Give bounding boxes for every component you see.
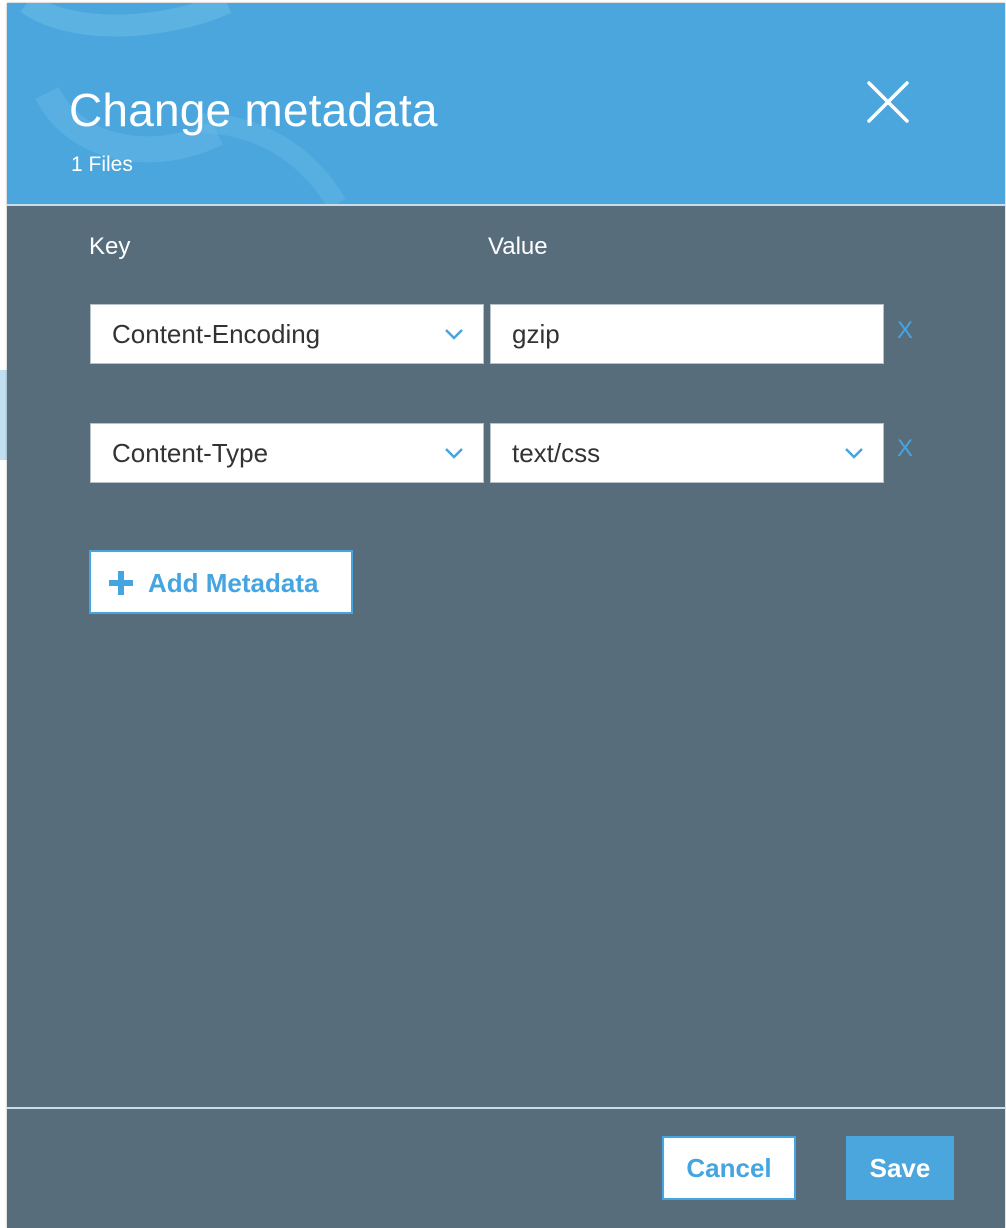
cancel-button[interactable]: Cancel — [662, 1136, 796, 1200]
close-icon — [867, 81, 909, 123]
metadata-value-text: text/css — [512, 438, 601, 468]
metadata-key-value: Content-Encoding — [112, 319, 321, 349]
chevron-down-icon — [445, 329, 463, 340]
dialog-subtitle: 1 Files — [71, 153, 133, 176]
metadata-key-select[interactable]: Content-Encoding — [90, 304, 484, 364]
remove-row-button[interactable]: X — [897, 317, 913, 345]
value-column-header: Value — [488, 233, 548, 260]
dialog-title: Change metadata — [69, 84, 438, 136]
footer-divider — [7, 1107, 1005, 1109]
remove-row-button[interactable]: X — [897, 435, 913, 463]
metadata-key-select[interactable]: Content-Type — [90, 423, 484, 483]
add-metadata-button[interactable]: Add Metadata — [89, 550, 353, 614]
dialog-header: Change metadata 1 Files — [7, 3, 1005, 206]
plus-icon — [109, 571, 133, 595]
metadata-value-select[interactable]: text/css — [490, 423, 884, 483]
chevron-down-icon — [845, 448, 863, 459]
save-button[interactable]: Save — [846, 1136, 954, 1200]
add-metadata-label: Add Metadata — [148, 568, 319, 598]
metadata-value-input[interactable]: gzip — [490, 304, 884, 364]
close-button[interactable] — [865, 79, 911, 125]
chevron-down-icon — [445, 448, 463, 459]
metadata-value-text: gzip — [512, 319, 560, 349]
key-column-header: Key — [89, 233, 131, 260]
metadata-key-value: Content-Type — [112, 438, 269, 468]
change-metadata-dialog: Change metadata 1 Files Key Value Conten… — [7, 3, 1005, 1228]
